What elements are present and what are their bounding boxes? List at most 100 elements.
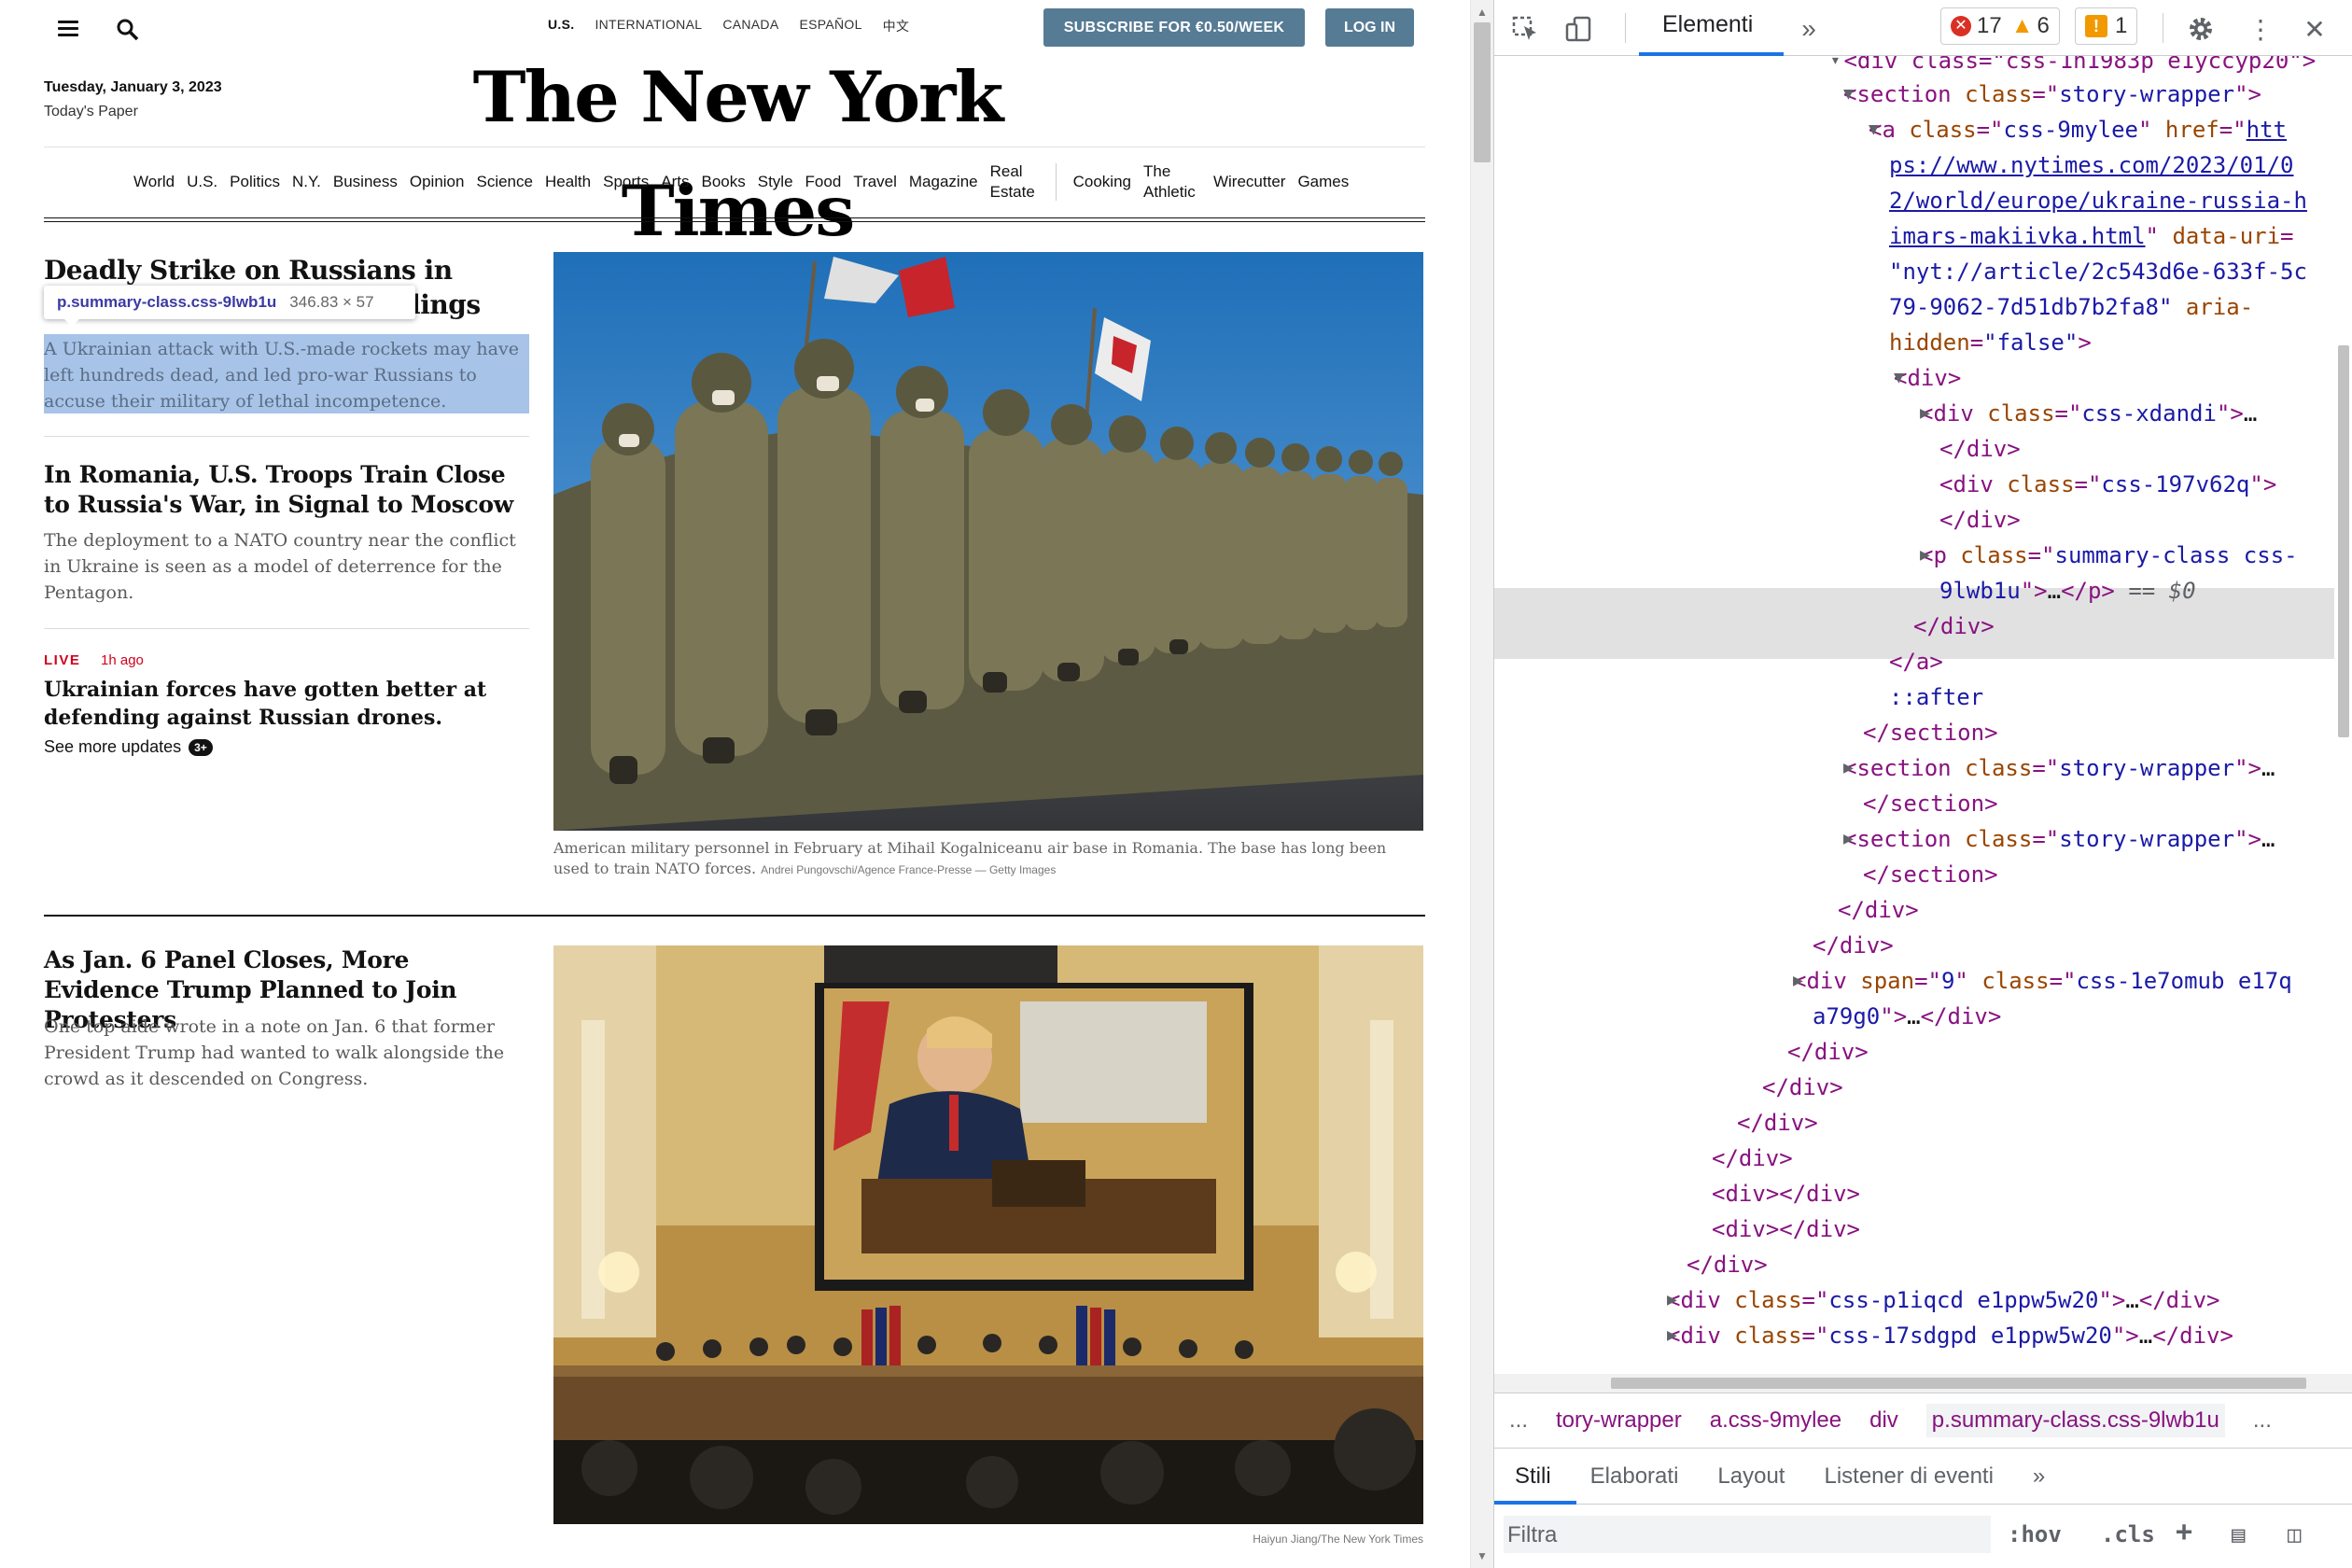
dom-tree[interactable]: ▾ <div class="css-1n1983p e1yccyp20"> ▼ <… bbox=[1494, 56, 2334, 1374]
nav-books[interactable]: Books bbox=[701, 173, 745, 191]
tab-listener[interactable]: Listener di eventi bbox=[1824, 1463, 1993, 1490]
dom-line[interactable]: </section> bbox=[1863, 715, 1998, 750]
scrollbar-thumb[interactable] bbox=[1474, 22, 1491, 162]
troops-photo[interactable] bbox=[553, 252, 1423, 831]
dom-line[interactable]: </div> bbox=[1787, 1034, 1869, 1070]
nav-sports[interactable]: Sports bbox=[603, 173, 649, 191]
tab-layout[interactable]: Layout bbox=[1717, 1463, 1785, 1490]
dom-line[interactable]: hidden="false"> bbox=[1889, 325, 2092, 360]
close-devtools-icon[interactable]: ✕ bbox=[2299, 13, 2331, 45]
menu-icon[interactable] bbox=[58, 21, 78, 37]
nav-the-athletic[interactable]: The Athletic bbox=[1143, 161, 1201, 203]
inspect-element-icon[interactable] bbox=[1509, 13, 1541, 45]
scroll-up-icon[interactable]: ▲ bbox=[1477, 6, 1488, 19]
breadcrumb-a[interactable]: a.css-9mylee bbox=[1710, 1407, 1841, 1434]
nav-style[interactable]: Style bbox=[758, 173, 793, 191]
nav-science[interactable]: Science bbox=[476, 173, 532, 191]
issues-badge[interactable]: ✕ 17 ▲ 6 bbox=[1940, 7, 2060, 45]
dom-line[interactable]: <div></div> bbox=[1712, 1176, 1860, 1211]
dom-vertical-scrollbar[interactable] bbox=[2334, 56, 2352, 1374]
dom-line[interactable]: ▶ <div class="css-p1iqcd e1ppw5w20">…</di… bbox=[1667, 1282, 2219, 1318]
breadcrumb-overflow-left[interactable]: ... bbox=[1509, 1407, 1528, 1434]
dom-line[interactable]: ▼ <section class="story-wrapper"> bbox=[1843, 77, 2261, 112]
nav-travel[interactable]: Travel bbox=[853, 173, 897, 191]
edition-canada[interactable]: CANADA bbox=[722, 17, 778, 35]
dom-line[interactable]: </div> bbox=[1737, 1105, 1818, 1141]
dom-line-selected[interactable]: ▶ <p class="summary-class css- bbox=[1920, 538, 2298, 573]
dom-horizontal-scrollbar[interactable] bbox=[1494, 1374, 2352, 1393]
dom-line[interactable]: ▼ <div> bbox=[1894, 360, 1961, 396]
story3-summary[interactable]: One top aide wrote in a note on Jan. 6 t… bbox=[44, 1014, 529, 1092]
dom-line[interactable]: ▶ <div class="css-17sdgpd e1ppw5w20">…</d… bbox=[1667, 1318, 2233, 1353]
see-more-updates-link[interactable]: See more updates 3+ bbox=[44, 737, 213, 757]
dom-line[interactable]: </div> bbox=[1813, 928, 1894, 963]
dom-line[interactable]: "nyt://article/2c543d6e-633f-5c bbox=[1889, 254, 2307, 289]
dom-line[interactable]: </section> bbox=[1863, 786, 1998, 821]
nav-games[interactable]: Games bbox=[1297, 173, 1349, 191]
dom-line[interactable]: ▶ <div class="css-xdandi">… bbox=[1920, 396, 2257, 431]
nav-cooking[interactable]: Cooking bbox=[1073, 173, 1131, 191]
tab-stili[interactable]: Stili bbox=[1515, 1463, 1551, 1490]
breadcrumb-div[interactable]: div bbox=[1869, 1407, 1898, 1434]
dom-line[interactable]: ▼ <a class="css-9mylee" href="htt bbox=[1869, 112, 2287, 147]
hov-toggle[interactable]: :hov bbox=[2008, 1521, 2062, 1547]
dom-line[interactable]: <div class="css-197v62q"> bbox=[1939, 467, 2276, 502]
breadcrumb-story-wrapper[interactable]: tory-wrapper bbox=[1556, 1407, 1682, 1434]
dom-line[interactable]: </div> bbox=[1939, 431, 2021, 467]
dom-line[interactable]: 79-9062-7d51db7b2fa8" aria- bbox=[1889, 289, 2253, 325]
nav-world[interactable]: World bbox=[133, 173, 175, 191]
scroll-down-icon[interactable]: ▼ bbox=[1477, 1549, 1488, 1562]
device-toolbar-icon[interactable] bbox=[1563, 13, 1595, 45]
edition-espanol[interactable]: ESPAÑOL bbox=[799, 17, 861, 35]
tab-elements[interactable]: Elementi bbox=[1662, 11, 1753, 38]
nav-politics[interactable]: Politics bbox=[230, 173, 280, 191]
story1-headline-fragment[interactable]: ilings bbox=[401, 289, 541, 320]
nav-business[interactable]: Business bbox=[333, 173, 398, 191]
breadcrumb-overflow-right[interactable]: ... bbox=[2253, 1407, 2272, 1434]
dom-line[interactable]: </div> bbox=[1762, 1070, 1843, 1105]
more-tabs-icon[interactable]: » bbox=[1793, 13, 1825, 45]
story2-headline[interactable]: In Romania, U.S. Troops Train Close to R… bbox=[44, 460, 529, 520]
dom-line[interactable]: 2/world/europe/ukraine-russia-h bbox=[1889, 183, 2307, 218]
dom-line[interactable]: </div> bbox=[1913, 609, 1995, 644]
dom-line[interactable]: </a> bbox=[1889, 644, 1943, 679]
sidebar-toggle-icon[interactable]: ◫ bbox=[2288, 1521, 2301, 1547]
dom-line[interactable]: ps://www.nytimes.com/2023/01/0 bbox=[1889, 147, 2293, 183]
edition-us[interactable]: U.S. bbox=[548, 17, 574, 35]
dom-line[interactable]: </div> bbox=[1939, 502, 2021, 538]
filter-input[interactable]: Filtra bbox=[1504, 1516, 1991, 1553]
story2-summary[interactable]: The deployment to a NATO country near th… bbox=[44, 527, 529, 606]
edition-international[interactable]: INTERNATIONAL bbox=[595, 17, 702, 35]
dom-line[interactable]: ▶ <section class="story-wrapper">… bbox=[1843, 821, 2275, 857]
live-headline[interactable]: Ukrainian forces have gotten better at d… bbox=[44, 676, 529, 732]
edition-chinese[interactable]: 中文 bbox=[883, 17, 910, 35]
dom-line[interactable]: a79g0">…</div> bbox=[1813, 999, 2001, 1034]
dom-line[interactable]: </div> bbox=[1838, 892, 1919, 928]
new-style-rule-icon[interactable]: + bbox=[2176, 1516, 2192, 1548]
nav-health[interactable]: Health bbox=[545, 173, 591, 191]
dom-line[interactable]: ▶ <section class="story-wrapper">… bbox=[1843, 750, 2275, 786]
dom-line-selected[interactable]: 9lwb1u">…</p> == $0 bbox=[1939, 573, 2196, 609]
dom-line[interactable]: imars-makiivka.html" data-uri= bbox=[1889, 218, 2294, 254]
breadcrumb-current[interactable]: p.summary-class.css-9lwb1u bbox=[1925, 1404, 2225, 1437]
dom-line[interactable]: ::after bbox=[1889, 679, 1983, 715]
nav-opinion[interactable]: Opinion bbox=[410, 173, 465, 191]
login-button[interactable]: LOG IN bbox=[1325, 8, 1414, 47]
tab-elaborati[interactable]: Elaborati bbox=[1590, 1463, 1679, 1490]
nav-us[interactable]: U.S. bbox=[187, 173, 217, 191]
nav-magazine[interactable]: Magazine bbox=[909, 173, 978, 191]
nav-arts[interactable]: Arts bbox=[661, 173, 689, 191]
more-style-tabs-icon[interactable]: » bbox=[2033, 1463, 2045, 1490]
search-icon[interactable] bbox=[116, 18, 140, 42]
nav-wirecutter[interactable]: Wirecutter bbox=[1213, 173, 1285, 191]
nav-ny[interactable]: N.Y. bbox=[292, 173, 321, 191]
more-options-icon[interactable]: ⋮ bbox=[2245, 13, 2276, 45]
dom-line[interactable]: <div></div> bbox=[1712, 1211, 1860, 1247]
paint-icon[interactable]: ▤ bbox=[2232, 1521, 2245, 1547]
story1-summary-highlighted[interactable]: A Ukrainian attack with U.S.-made rocket… bbox=[44, 334, 529, 413]
dom-line[interactable]: </section> bbox=[1863, 857, 1998, 892]
dom-line[interactable]: ▾ <div class="css-1n1983p e1yccyp20"> bbox=[1830, 56, 2316, 78]
cls-toggle[interactable]: .cls bbox=[2101, 1521, 2155, 1547]
nav-real-estate[interactable]: Real Estate bbox=[990, 161, 1039, 203]
jan6-hearing-photo[interactable] bbox=[553, 945, 1423, 1524]
